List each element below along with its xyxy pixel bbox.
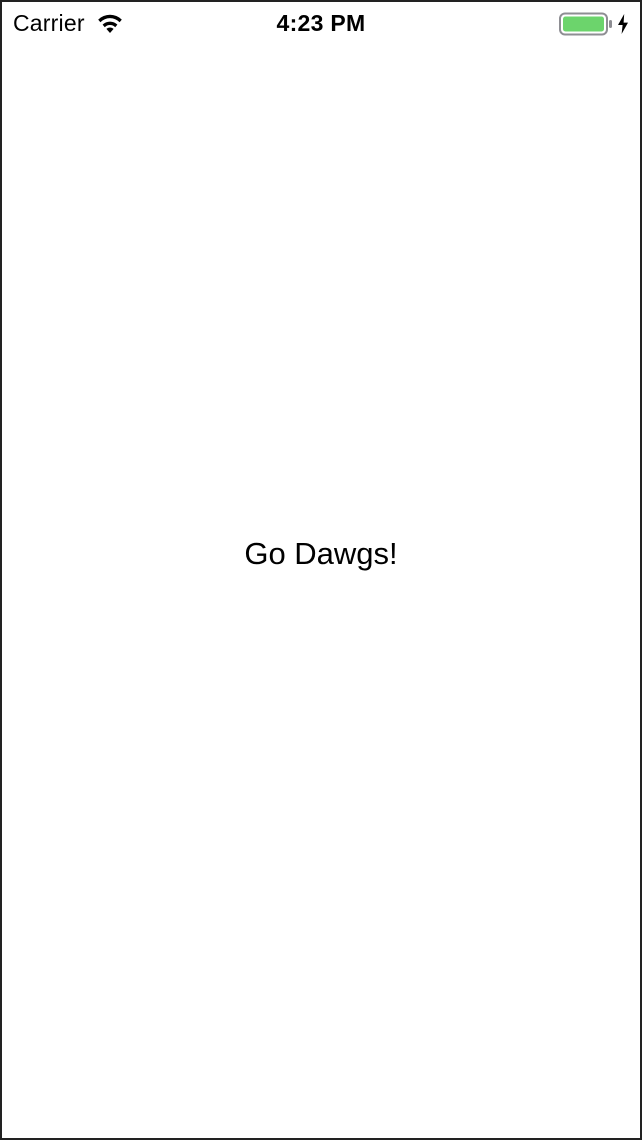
greeting-label: Go Dawgs! xyxy=(244,536,398,571)
charging-bolt-icon xyxy=(618,14,628,34)
status-time: 4:23 PM xyxy=(276,10,366,36)
status-bar: Carrier 4:23 PM xyxy=(2,2,640,46)
app-screen: Carrier 4:23 PM Go Dawgs! xyxy=(0,0,642,1140)
main-content: Go Dawgs! xyxy=(2,46,640,1138)
battery-fill xyxy=(563,16,604,32)
battery-icon xyxy=(559,12,612,36)
battery-group xyxy=(559,12,629,36)
